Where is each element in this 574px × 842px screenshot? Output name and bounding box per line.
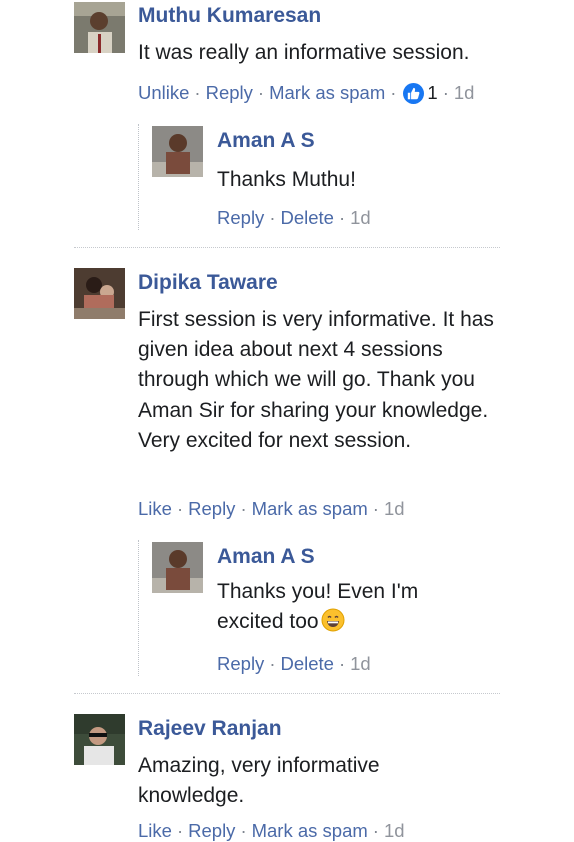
reply-text: Thanks you! Even I'm excited too bbox=[217, 577, 447, 637]
comment-actions: Like · Reply · Mark as spam · 1d bbox=[138, 498, 405, 520]
comment-text: First session is very informative. It ha… bbox=[138, 308, 494, 452]
like-link[interactable]: Like bbox=[138, 498, 172, 520]
unlike-link[interactable]: Unlike bbox=[138, 82, 189, 104]
timestamp: 1d bbox=[350, 653, 371, 674]
reply-thread: Aman A S Thanks you! Even I'm excited to… bbox=[138, 540, 418, 676]
timestamp: 1d bbox=[350, 207, 371, 228]
divider bbox=[74, 247, 500, 248]
dot-separator: · bbox=[176, 498, 184, 519]
dot-separator: · bbox=[372, 498, 379, 519]
mark-as-spam-link[interactable]: Mark as spam bbox=[269, 82, 385, 104]
reply-actions: Reply · Delete · 1d bbox=[217, 207, 371, 229]
dot-separator: · bbox=[257, 82, 265, 103]
dot-separator: · bbox=[390, 82, 397, 103]
delete-link[interactable]: Delete bbox=[280, 207, 333, 229]
reply: Aman A S Thanks you! Even I'm excited to… bbox=[152, 542, 492, 676]
dot-separator: · bbox=[372, 820, 379, 841]
delete-link[interactable]: Delete bbox=[280, 653, 333, 675]
comment-text: It was really an informative session. bbox=[138, 41, 470, 64]
reply-link[interactable]: Reply bbox=[217, 207, 264, 229]
like-link[interactable]: Like bbox=[138, 820, 172, 842]
comment-author[interactable]: Rajeev Ranjan bbox=[138, 717, 282, 741]
reply-author[interactable]: Aman A S bbox=[217, 545, 315, 569]
mark-as-spam-link[interactable]: Mark as spam bbox=[252, 820, 368, 842]
reply-link[interactable]: Reply bbox=[188, 820, 235, 842]
comment: Rajeev Ranjan Amazing, very informative … bbox=[74, 714, 504, 841]
divider bbox=[74, 693, 500, 694]
avatar[interactable] bbox=[74, 268, 125, 319]
comment: Muthu Kumaresan It was really an informa… bbox=[74, 2, 504, 242]
reply-thread: Aman A S Thanks Muthu! Reply · Delete · … bbox=[138, 124, 371, 230]
comment-author[interactable]: Muthu Kumaresan bbox=[138, 4, 321, 28]
timestamp: 1d bbox=[383, 498, 405, 519]
mark-as-spam-link[interactable]: Mark as spam bbox=[252, 498, 368, 520]
avatar[interactable] bbox=[74, 714, 125, 765]
comment-actions: Unlike · Reply · Mark as spam · 1 · 1d bbox=[138, 82, 474, 104]
reply-text-content: Thanks you! Even I'm excited too bbox=[217, 580, 419, 634]
like-icon[interactable] bbox=[403, 82, 425, 104]
reply-link[interactable]: Reply bbox=[206, 82, 253, 104]
comment-author[interactable]: Dipika Taware bbox=[138, 271, 278, 295]
reply-text: Thanks Muthu! bbox=[217, 168, 356, 191]
dot-separator: · bbox=[338, 207, 346, 228]
timestamp: 1d bbox=[383, 820, 405, 841]
comment-actions: Like · Reply · Mark as spam · 1d bbox=[138, 820, 405, 842]
comment-text: Amazing, very informative knowledge. bbox=[138, 754, 380, 808]
dot-separator: · bbox=[269, 207, 276, 228]
timestamp: 1d bbox=[453, 82, 475, 103]
avatar[interactable] bbox=[152, 126, 203, 177]
dot-separator: · bbox=[269, 653, 276, 674]
dot-separator: · bbox=[240, 498, 247, 519]
dot-separator: · bbox=[194, 82, 201, 103]
comment: Dipika Taware First session is very info… bbox=[74, 268, 504, 688]
dot-separator: · bbox=[176, 820, 184, 841]
avatar[interactable] bbox=[74, 2, 125, 53]
like-count[interactable]: 1 bbox=[427, 82, 437, 104]
grinning-face-icon bbox=[321, 608, 345, 632]
avatar[interactable] bbox=[152, 542, 203, 593]
dot-separator: · bbox=[442, 82, 449, 103]
reply-actions: Reply · Delete · 1d bbox=[217, 653, 371, 675]
reply-link[interactable]: Reply bbox=[217, 653, 264, 675]
reply-link[interactable]: Reply bbox=[188, 498, 235, 520]
dot-separator: · bbox=[338, 653, 346, 674]
reply-author[interactable]: Aman A S bbox=[217, 129, 315, 153]
reply: Aman A S Thanks Muthu! Reply · Delete · … bbox=[152, 126, 492, 230]
dot-separator: · bbox=[240, 820, 247, 841]
